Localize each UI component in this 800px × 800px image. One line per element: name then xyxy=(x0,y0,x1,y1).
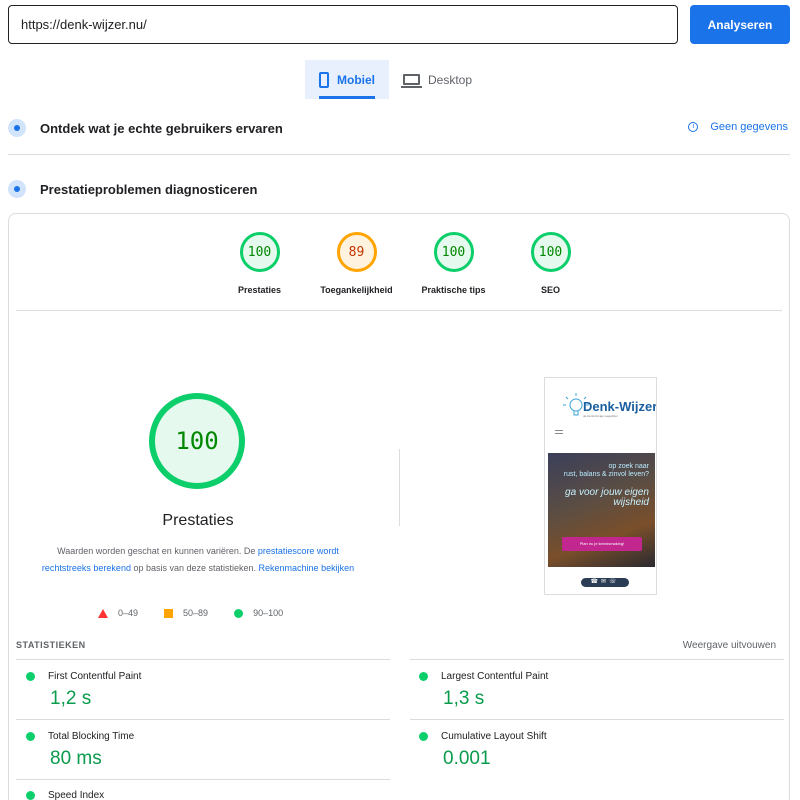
pass-dot-icon xyxy=(26,732,35,741)
legend-fail: 0–49 xyxy=(98,608,138,618)
gauge-best-practices[interactable]: 100 Praktische tips xyxy=(405,232,502,295)
thumb-hero-text: ga voor jouw eigen wijsheid xyxy=(565,488,649,508)
pass-dot-icon xyxy=(419,732,428,741)
stats-heading: STATISTIEKEN xyxy=(16,640,86,650)
divider xyxy=(410,719,784,720)
gauge-label: Toegankelijkheid xyxy=(320,285,393,295)
device-tabs: Mobiel Desktop xyxy=(305,60,486,99)
page-screenshot: Denk-Wijzer de kunstzinnige wegwijzer op… xyxy=(544,377,657,595)
gauge-score: 100 xyxy=(530,232,571,272)
thumb-hero-line: op zoek naar xyxy=(608,463,649,470)
metric-value: 1,3 s xyxy=(443,688,485,709)
gauge-label: Prestaties xyxy=(237,285,282,295)
divider xyxy=(8,154,790,155)
metric-tbt: Total Blocking Time 80 ms xyxy=(26,731,134,770)
field-data-heading: Ontdek wat je echte gebruikers ervaren xyxy=(8,119,283,137)
pass-dot-icon xyxy=(26,672,35,681)
thumb-contact-bar: ☎✉☏ xyxy=(581,578,629,587)
tab-desktop[interactable]: Desktop xyxy=(389,60,486,99)
menu-icon xyxy=(555,430,563,434)
thumb-tagline: de kunstzinnige wegwijzer xyxy=(583,414,618,418)
analyze-button[interactable]: Analyseren xyxy=(690,5,790,44)
desc-text: Waarden worden geschat en kunnen variëre… xyxy=(57,546,258,556)
legend-average: 50–89 xyxy=(164,608,208,618)
lab-data-title: Prestatieproblemen diagnosticeren xyxy=(40,181,258,197)
square-icon xyxy=(164,608,174,618)
pass-dot-icon xyxy=(26,791,35,800)
no-data-label: Geen gegevens xyxy=(710,121,788,133)
info-icon: i xyxy=(688,122,699,132)
gauge-accessibility[interactable]: 89 Toegankelijkheid xyxy=(308,232,405,295)
thumb-brand: Denk-Wijzer xyxy=(583,399,657,414)
tab-mobile-label: Mobiel xyxy=(337,72,375,87)
monitor-icon xyxy=(401,74,422,88)
thumb-hero-line: rust, balans & zinvol leven? xyxy=(563,471,649,478)
thumb-hero-text: op zoek naar rust, balans & zinvol leven? xyxy=(564,463,649,479)
divider xyxy=(16,779,390,780)
metric-speed-index: Speed Index xyxy=(26,790,104,800)
divider xyxy=(16,659,390,660)
divider xyxy=(410,659,784,660)
divider xyxy=(16,310,782,311)
users-icon xyxy=(8,119,26,137)
metric-value: 1,2 s xyxy=(50,688,92,709)
legend-pass-label: 90–100 xyxy=(253,608,284,618)
category-gauges: 100 Prestaties 89 Toegankelijkheid 100 P… xyxy=(211,232,599,295)
score-legend: 0–49 50–89 90–100 xyxy=(98,608,309,618)
gauge-score: 100 xyxy=(239,232,280,272)
metric-label: Total Blocking Time xyxy=(48,731,135,742)
metric-label: First Contentful Paint xyxy=(48,671,142,682)
triangle-icon xyxy=(98,608,108,618)
metric-value: 0.001 xyxy=(443,748,491,769)
divider xyxy=(399,449,400,526)
expand-view-toggle[interactable]: Weergave uitvouwen xyxy=(683,640,776,651)
metric-label: Cumulative Layout Shift xyxy=(441,731,547,742)
thumb-hero-button: Plan nu je kennismaking! xyxy=(562,537,642,551)
legend-pass: 90–100 xyxy=(234,608,283,618)
metric-fcp: First Contentful Paint 1,2 s xyxy=(26,671,141,710)
performance-score-gauge: 100 xyxy=(149,393,245,489)
circle-icon xyxy=(234,608,244,618)
metric-lcp: Largest Contentful Paint 1,3 s xyxy=(419,671,548,710)
field-data-title: Ontdek wat je echte gebruikers ervaren xyxy=(40,120,283,136)
metric-label: Speed Index xyxy=(48,790,105,800)
pass-dot-icon xyxy=(419,672,428,681)
performance-description: Waarden worden geschat en kunnen variëre… xyxy=(40,543,356,576)
gauge-score: 100 xyxy=(433,232,474,272)
metric-label: Largest Contentful Paint xyxy=(441,671,549,682)
tab-desktop-label: Desktop xyxy=(428,72,473,87)
tab-mobile[interactable]: Mobiel xyxy=(305,60,389,99)
gauge-score: 89 xyxy=(336,232,377,272)
calculator-link[interactable]: Rekenmachine bekijken xyxy=(259,563,355,573)
metric-value: 80 ms xyxy=(50,748,102,769)
legend-average-label: 50–89 xyxy=(183,608,209,618)
gauge-label: SEO xyxy=(540,285,560,295)
thumb-hero-line: wijsheid xyxy=(613,497,649,508)
phone-icon xyxy=(319,71,329,88)
gauge-seo[interactable]: 100 SEO xyxy=(502,232,599,295)
legend-fail-label: 0–49 xyxy=(118,608,139,618)
thumb-hero: op zoek naar rust, balans & zinvol leven?… xyxy=(548,453,655,567)
metric-cls: Cumulative Layout Shift 0.001 xyxy=(419,731,547,770)
no-data-link[interactable]: i Geen gegevens xyxy=(688,121,788,133)
lab-icon xyxy=(8,180,26,198)
gauge-performance[interactable]: 100 Prestaties xyxy=(211,232,308,295)
divider xyxy=(16,719,390,720)
gauge-label: Praktische tips xyxy=(421,285,486,295)
performance-title: Prestaties xyxy=(162,512,234,529)
desc-text: op basis van deze statistieken. xyxy=(130,562,259,573)
lab-data-heading: Prestatieproblemen diagnosticeren xyxy=(8,180,257,198)
url-input[interactable] xyxy=(8,5,678,44)
